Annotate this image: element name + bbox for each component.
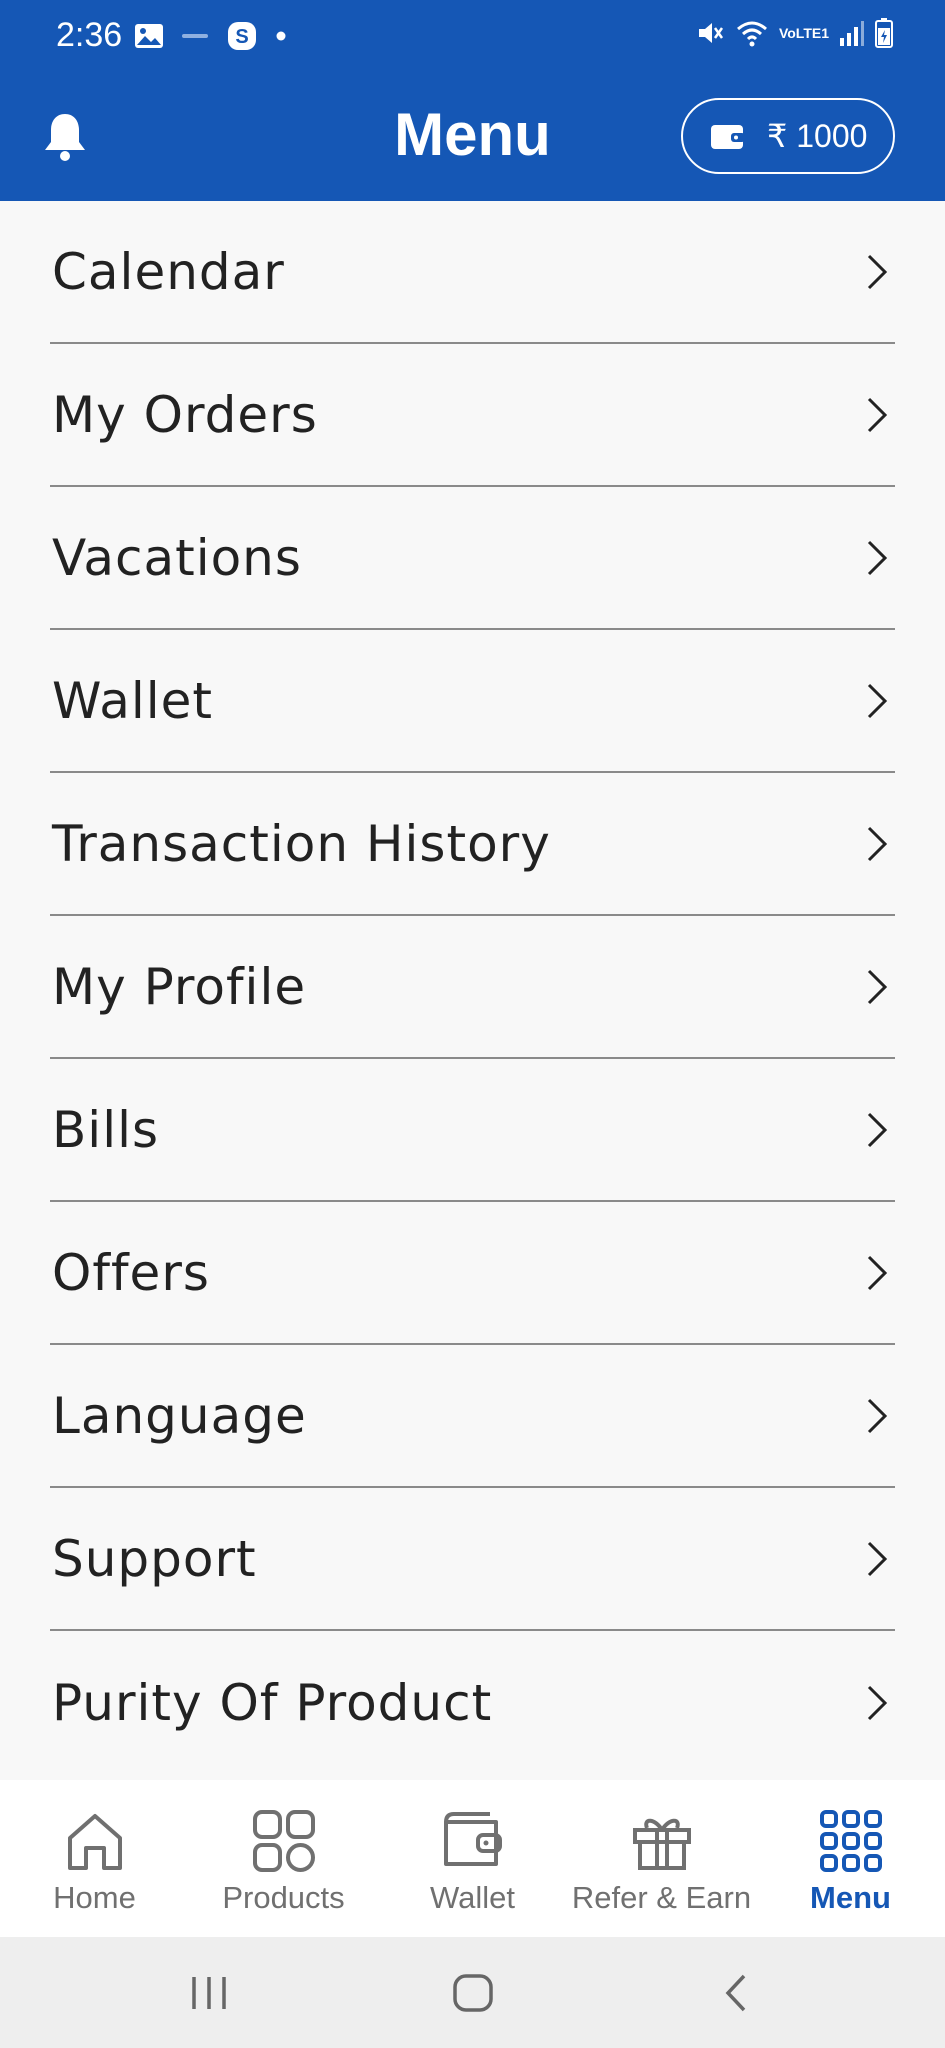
- menu-item-label: Transaction History: [52, 814, 551, 873]
- chevron-right-icon: [867, 826, 888, 861]
- chevron-right-icon: [867, 1541, 888, 1576]
- home-icon: [67, 1814, 122, 1870]
- wallet-icon: [443, 1812, 502, 1866]
- chevron-right-icon: [867, 683, 888, 718]
- nav-wallet-label: Wallet: [430, 1880, 515, 1915]
- chevron-right-icon: [867, 540, 888, 575]
- products-icon: [252, 1810, 315, 1872]
- back-icon[interactable]: [712, 1973, 762, 2013]
- status-time: 2:36: [56, 16, 123, 54]
- menu-item-support[interactable]: Support: [50, 1488, 895, 1631]
- menu-item-vacations[interactable]: Vacations: [50, 487, 895, 630]
- menu-item-wallet[interactable]: Wallet: [50, 630, 895, 773]
- menu-grid-icon: [819, 1810, 882, 1872]
- chevron-right-icon: [867, 1685, 888, 1720]
- menu-item-label: Bills: [52, 1100, 160, 1159]
- menu-item-label: Wallet: [52, 671, 214, 730]
- svg-text:S: S: [235, 26, 248, 48]
- dot-icon: [276, 31, 286, 41]
- wallet-balance-button[interactable]: ₹ 1000: [681, 98, 895, 174]
- chevron-right-icon: [867, 969, 888, 1004]
- menu-item-label: Support: [52, 1529, 257, 1588]
- bottom-nav: Home Products Wallet Refer & Earn Menu: [0, 1780, 945, 1937]
- battery-icon: [875, 18, 893, 48]
- status-bar: 2:36 S VoLTE1: [0, 0, 945, 72]
- status-right-icons: VoLTE1: [695, 18, 893, 48]
- menu-item-label: Language: [52, 1386, 307, 1445]
- nav-products-label: Products: [222, 1880, 345, 1915]
- menu-item-my-profile[interactable]: My Profile: [50, 916, 895, 1059]
- nav-wallet[interactable]: Wallet: [378, 1780, 567, 1937]
- chevron-right-icon: [867, 254, 888, 289]
- wallet-balance-amount: ₹ 1000: [767, 118, 868, 154]
- menu-item-label: My Orders: [52, 385, 318, 444]
- nav-home[interactable]: Home: [0, 1780, 189, 1937]
- notification-small-icon: [182, 31, 208, 41]
- status-left-icons: S: [134, 20, 286, 52]
- wifi-icon: [735, 18, 769, 48]
- chevron-right-icon: [867, 1255, 888, 1290]
- chevron-right-icon: [867, 1112, 888, 1147]
- chevron-right-icon: [867, 1398, 888, 1433]
- home-button-icon[interactable]: [448, 1973, 498, 2013]
- menu-list: Calendar My Orders Vacations Wallet Tran…: [0, 201, 945, 1774]
- nav-menu-label: Menu: [810, 1880, 891, 1915]
- nav-refer-earn[interactable]: Refer & Earn: [567, 1780, 756, 1937]
- wallet-icon: [709, 121, 745, 151]
- signal-icon: [839, 19, 865, 47]
- menu-item-label: Offers: [52, 1243, 210, 1302]
- nav-products[interactable]: Products: [189, 1780, 378, 1937]
- menu-item-calendar[interactable]: Calendar: [50, 201, 895, 344]
- gallery-icon: [134, 23, 164, 49]
- menu-item-label: Vacations: [52, 528, 302, 587]
- menu-item-label: Purity Of Product: [52, 1673, 493, 1732]
- lte-indicator: VoLTE1: [778, 25, 829, 41]
- nav-menu[interactable]: Menu: [756, 1780, 945, 1937]
- menu-item-transaction-history[interactable]: Transaction History: [50, 773, 895, 916]
- nav-home-label: Home: [53, 1880, 136, 1915]
- menu-item-label: My Profile: [52, 957, 307, 1016]
- mute-icon: [695, 18, 725, 48]
- gift-icon: [632, 1818, 691, 1870]
- menu-item-my-orders[interactable]: My Orders: [50, 344, 895, 487]
- menu-item-bills[interactable]: Bills: [50, 1059, 895, 1202]
- menu-item-label: Calendar: [52, 242, 285, 301]
- chevron-right-icon: [867, 397, 888, 432]
- recent-apps-icon[interactable]: [184, 1973, 234, 2013]
- system-nav-bar: [0, 1937, 945, 2048]
- menu-item-purity-of-product[interactable]: Purity Of Product: [50, 1631, 895, 1774]
- app-header: 2:36 S VoLTE1 Menu ₹ 1000: [0, 0, 945, 201]
- menu-item-language[interactable]: Language: [50, 1345, 895, 1488]
- menu-item-offers[interactable]: Offers: [50, 1202, 895, 1345]
- nav-refer-earn-label: Refer & Earn: [571, 1880, 752, 1915]
- skype-icon: S: [226, 20, 258, 52]
